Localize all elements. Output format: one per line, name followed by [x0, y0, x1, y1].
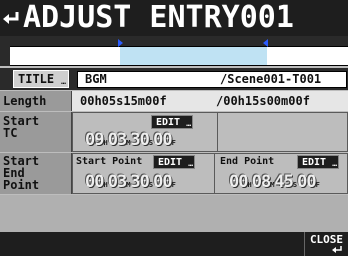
start-point-label: Start Point	[76, 156, 143, 167]
tc-frames: 00	[297, 172, 317, 192]
start-end-point-row: Start End Point Start Point EDIT … 00H03M…	[0, 153, 348, 194]
title-row: TITLE … BGM /Scene001-T001	[0, 68, 348, 90]
length-total: /00h15s00m00f	[216, 94, 310, 108]
edit-label: EDIT	[302, 157, 327, 168]
start-tc-label-line2: TC	[3, 126, 18, 140]
title-field: BGM /Scene001-T001	[77, 71, 347, 88]
tc-seconds: 30	[130, 172, 150, 192]
tc-minutes: 03	[107, 172, 128, 192]
start-marker-icon	[118, 39, 123, 47]
end-marker-icon	[263, 39, 268, 47]
tc-hours: 00	[229, 172, 249, 192]
timeline-entry-region	[120, 46, 267, 66]
start-point-cell: Start Point EDIT … 00H03M30S00F	[72, 153, 215, 194]
unit-f: F	[171, 181, 176, 189]
start-tc-cell: EDIT … 09H03M30S00F	[72, 112, 218, 152]
tc-minutes: 08	[251, 172, 272, 192]
close-button[interactable]: CLOSE	[304, 232, 348, 256]
more-icon: …	[61, 77, 66, 86]
tc-hours: 09	[85, 130, 105, 150]
unit-f: F	[315, 181, 320, 189]
back-button[interactable]	[0, 0, 22, 36]
edit-label: EDIT	[158, 157, 183, 168]
tc-frames: 00	[153, 130, 173, 150]
end-point-edit-button[interactable]: EDIT …	[297, 155, 340, 169]
more-icon: …	[186, 119, 192, 128]
footer-bar	[0, 232, 348, 256]
start-tc-empty-cell	[217, 112, 348, 152]
return-arrow-icon	[3, 12, 19, 24]
tc-seconds: 30	[130, 130, 150, 150]
more-icon: …	[332, 159, 338, 168]
edit-label: EDIT	[156, 117, 181, 128]
more-icon: …	[188, 159, 194, 168]
title-name-value: BGM	[85, 72, 107, 86]
end-point-cell: End Point EDIT … 00H08M45S00F	[214, 153, 348, 194]
unit-f: F	[171, 139, 176, 147]
tc-hours: 00	[85, 172, 105, 192]
start-tc-edit-button[interactable]: EDIT …	[151, 115, 194, 129]
page-title: ADJUST ENTRY001	[23, 0, 294, 35]
tc-seconds: 45	[274, 172, 294, 192]
start-point-value: 00H03M30S00F	[85, 173, 176, 194]
start-end-label: Start End Point	[0, 153, 72, 194]
title-button[interactable]: TITLE …	[13, 70, 69, 88]
header-bar: ADJUST ENTRY001	[0, 0, 348, 36]
start-tc-row: Start TC EDIT … 09H03M30S00F	[0, 112, 348, 152]
start-tc-label: Start TC	[0, 112, 72, 152]
return-arrow-icon	[332, 246, 342, 253]
length-label: Length	[0, 91, 72, 111]
length-value: 00h05s15m00f	[80, 94, 167, 108]
adjust-entry-screen: ADJUST ENTRY001 TITLE … BGM /Scene001-T0…	[0, 0, 348, 256]
timeline-bar[interactable]	[0, 36, 348, 66]
end-point-value: 00H08M45S00F	[229, 173, 320, 194]
tc-minutes: 03	[107, 130, 128, 150]
blank-area	[0, 195, 348, 232]
start-end-label-line3: Point	[3, 178, 40, 192]
start-tc-value: 09H03M30S00F	[85, 131, 176, 152]
title-button-label: TITLE	[18, 72, 55, 86]
title-sub-value: /Scene001-T001	[220, 72, 322, 86]
end-point-label: End Point	[220, 156, 275, 167]
tc-frames: 00	[153, 172, 173, 192]
close-label: CLOSE	[309, 233, 344, 246]
start-point-edit-button[interactable]: EDIT …	[153, 155, 196, 169]
length-row: Length 00h05s15m00f /00h15s00m00f	[0, 91, 348, 111]
